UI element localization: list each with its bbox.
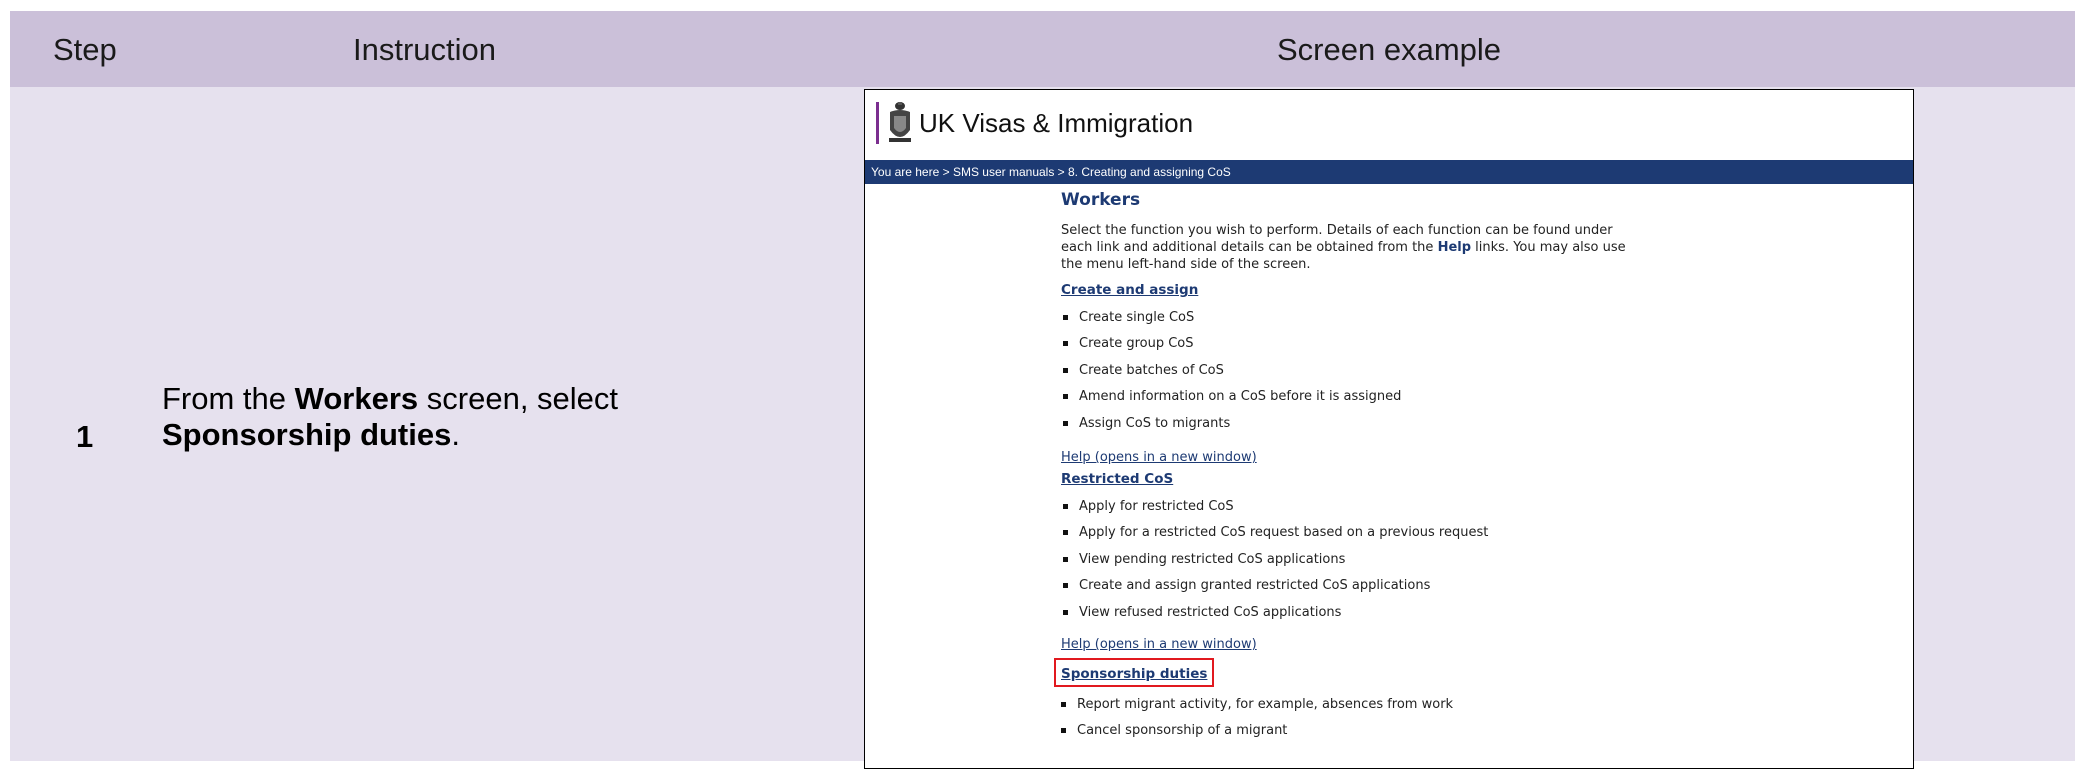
help-link[interactable]: Help (opens in a new window) (1061, 637, 1661, 652)
intro-help-word: Help (1437, 240, 1472, 255)
brand-bar (876, 102, 879, 144)
site-header: UK Visas & Immigration (865, 90, 1913, 160)
screen-example: UK Visas & Immigration You are here > SM… (864, 89, 1914, 769)
restricted-cos-list: Apply for restricted CoS Apply for a res… (1061, 497, 1661, 629)
instruction-part: . (451, 417, 460, 452)
list-item: Create and assign granted restricted CoS… (1061, 576, 1661, 602)
sponsorship-duties-link[interactable]: Sponsorship duties (1061, 666, 1207, 682)
header-step: Step (53, 32, 117, 67)
header-screen-example: Screen example (1277, 32, 1502, 67)
list-item: Create group CoS (1061, 334, 1661, 360)
list-item: Create single CoS (1061, 308, 1661, 334)
instruction-part: From the (162, 381, 295, 416)
sponsorship-duties-wrapper: Sponsorship duties (1054, 657, 1661, 687)
list-item: Apply for a restricted CoS request based… (1061, 523, 1661, 549)
instruction-text: From the Workers screen, select Sponsors… (162, 381, 722, 453)
page-content: Workers Select the function you wish to … (1054, 186, 1661, 748)
list-item: Report migrant activity, for example, ab… (1059, 695, 1661, 721)
table-header-row: Step Instruction Screen example (10, 11, 2075, 87)
header-instruction: Instruction (353, 32, 497, 67)
list-item: Amend information on a CoS before it is … (1061, 387, 1661, 413)
brand-title: UK Visas & Immigration (919, 108, 1194, 138)
list-item: Assign CoS to migrants (1061, 414, 1661, 440)
page-title: Workers (1061, 190, 1141, 210)
create-and-assign-link[interactable]: Create and assign (1061, 282, 1198, 298)
crest-icon (889, 102, 911, 142)
create-and-assign-list: Create single CoS Create group CoS Creat… (1061, 308, 1661, 440)
list-item: Apply for restricted CoS (1061, 497, 1661, 523)
step-number: 1 (76, 419, 94, 454)
restricted-cos-link[interactable]: Restricted CoS (1061, 471, 1173, 487)
breadcrumb: You are here > SMS user manuals > 8. Cre… (865, 160, 1913, 184)
list-item: Create batches of CoS (1061, 361, 1661, 387)
help-link[interactable]: Help (opens in a new window) (1061, 450, 1661, 465)
instruction-bold-sponsorship: Sponsorship duties (162, 417, 452, 452)
instruction-bold-workers: Workers (294, 381, 419, 416)
list-item: Cancel sponsorship of a migrant (1059, 721, 1661, 747)
instruction-part: screen, select (418, 381, 619, 416)
intro-text: Select the function you wish to perform.… (1061, 222, 1641, 273)
highlight-box: Sponsorship duties (1054, 657, 1215, 687)
list-item: View refused restricted CoS applications (1061, 603, 1661, 629)
list-item: View pending restricted CoS applications (1061, 550, 1661, 576)
sponsorship-duties-list: Report migrant activity, for example, ab… (1059, 695, 1661, 748)
